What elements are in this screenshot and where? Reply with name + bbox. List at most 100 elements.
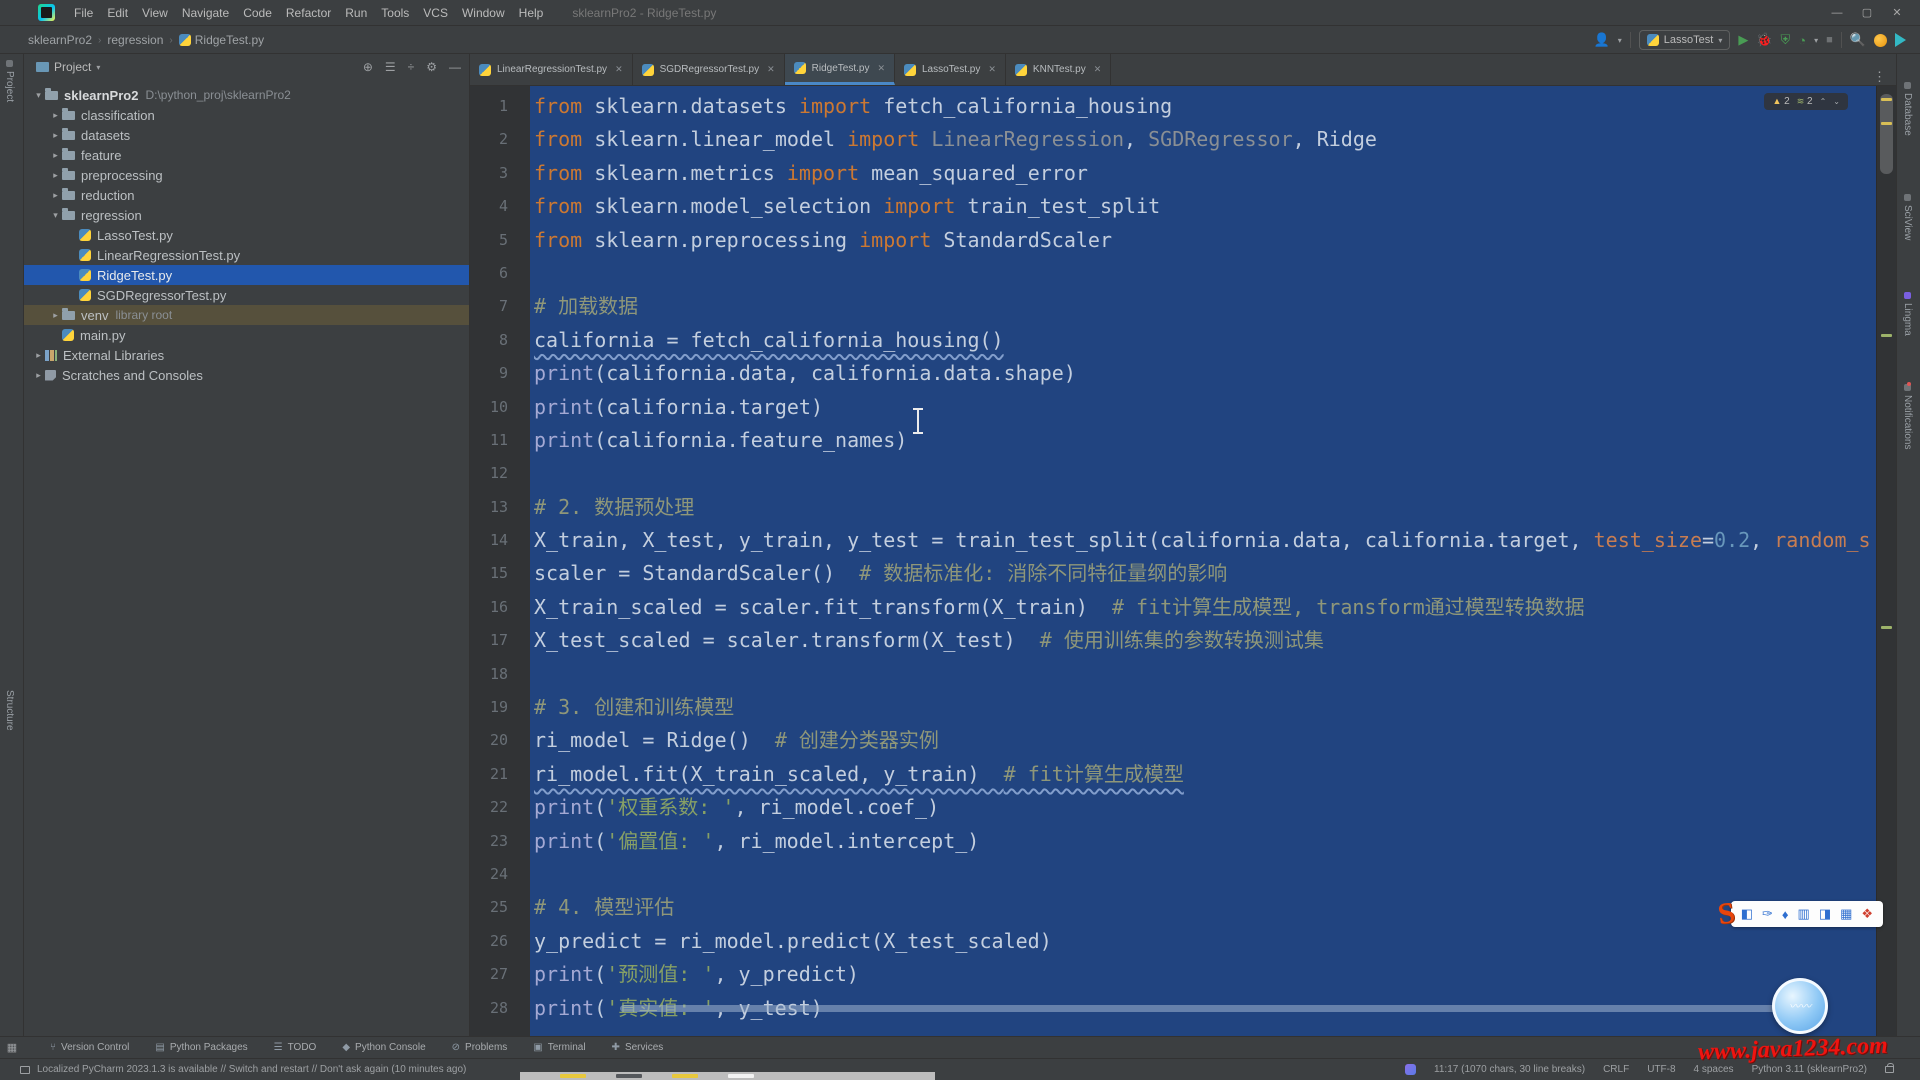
tool-stripe-sciview[interactable]: SciView <box>1902 194 1913 240</box>
warning-stripe-mark[interactable] <box>1881 98 1892 101</box>
code-line-20[interactable]: ri_model = Ridge() # 创建分类器实例 <box>530 724 1876 757</box>
close-button[interactable]: ✕ <box>1882 3 1912 23</box>
toolwindow-python-packages[interactable]: ▤Python Packages <box>155 1042 247 1053</box>
gutter-line-number[interactable]: 4 <box>470 190 530 223</box>
scrollbar-thumb[interactable] <box>1880 94 1893 174</box>
encoding-widget[interactable]: UTF-8 <box>1647 1064 1675 1075</box>
tab-ridgetest-py[interactable]: RidgeTest.py✕ <box>785 54 895 85</box>
gutter-line-number[interactable]: 7 <box>470 290 530 323</box>
code-line-17[interactable]: X_test_scaled = scaler.transform(X_test)… <box>530 624 1876 657</box>
ime-tool-icon[interactable]: ▥ <box>1798 906 1810 922</box>
line-separator-widget[interactable]: CRLF <box>1603 1064 1629 1075</box>
ime-tool-icon[interactable]: ◨ <box>1819 906 1831 922</box>
tree-chevron-icon[interactable]: ▸ <box>32 370 45 381</box>
code-line-12[interactable] <box>530 457 1876 490</box>
tab-linearregressiontest-py[interactable]: LinearRegressionTest.py✕ <box>470 54 633 85</box>
code-line-27[interactable]: print('预测值: ', y_predict) <box>530 958 1876 991</box>
code-line-11[interactable]: print(california.feature_names) <box>530 424 1876 457</box>
tree-item-reduction[interactable]: ▸reduction <box>24 185 469 205</box>
typo-stripe-mark[interactable] <box>1881 626 1892 629</box>
tree-item-regression[interactable]: ▾regression <box>24 205 469 225</box>
tree-chevron-icon[interactable]: ▸ <box>49 170 62 181</box>
code-line-19[interactable]: # 3. 创建和训练模型 <box>530 691 1876 724</box>
horizontal-scrollbar[interactable] <box>620 1005 1805 1012</box>
plugin-orange-icon[interactable] <box>1874 34 1887 47</box>
ai-assistant-icon[interactable] <box>1405 1064 1416 1075</box>
code-line-3[interactable]: from sklearn.metrics import mean_squared… <box>530 157 1876 190</box>
minimize-button[interactable]: — <box>1822 3 1852 23</box>
ime-tool-icon[interactable]: ◧ <box>1741 906 1753 922</box>
menu-item-help[interactable]: Help <box>512 3 551 23</box>
ime-tool-icon[interactable]: ✑ <box>1762 906 1773 922</box>
tree-chevron-icon[interactable]: ▾ <box>49 210 62 221</box>
code-line-8[interactable]: california = fetch_california_housing() <box>530 324 1876 357</box>
code-line-4[interactable]: from sklearn.model_selection import trai… <box>530 190 1876 223</box>
toolwindow-terminal[interactable]: ▣Terminal <box>533 1042 585 1053</box>
tree-item-sklearnpro2[interactable]: ▾sklearnPro2D:\python_proj\sklearnPro2 <box>24 85 469 105</box>
code-line-2[interactable]: from sklearn.linear_model import LinearR… <box>530 123 1876 156</box>
gutter-line-number[interactable]: 25 <box>470 891 530 924</box>
gutter-line-number[interactable]: 9 <box>470 357 530 390</box>
toolwindow-python-console[interactable]: ◆Python Console <box>342 1042 425 1053</box>
gutter-line-number[interactable]: 17 <box>470 624 530 657</box>
run-button[interactable]: ▶ <box>1738 32 1748 48</box>
toolwindow-version-control[interactable]: ⑂Version Control <box>50 1042 129 1053</box>
coverage-button[interactable]: ⛨ <box>1781 32 1791 48</box>
gutter-line-number[interactable]: 27 <box>470 958 530 991</box>
settings-icon[interactable]: ⚙ <box>426 60 437 74</box>
profiler-caret-icon[interactable]: ▾ <box>1814 36 1818 45</box>
code-with-me-caret-icon[interactable]: ▾ <box>1618 36 1622 45</box>
gutter-line-number[interactable]: 23 <box>470 825 530 858</box>
warning-stripe-mark[interactable] <box>1881 122 1892 125</box>
code-line-22[interactable]: print('权重系数: ', ri_model.coef_) <box>530 791 1876 824</box>
menu-item-refactor[interactable]: Refactor <box>279 3 338 23</box>
plugin-teal-icon[interactable] <box>1895 33 1906 47</box>
ime-tool-icon[interactable]: ♦ <box>1782 907 1789 922</box>
search-everywhere-icon[interactable]: 🔍 <box>1850 32 1866 48</box>
gutter-line-number[interactable]: 3 <box>470 157 530 190</box>
toolwindow-problems[interactable]: ⊘Problems <box>452 1042 508 1053</box>
tab-close-icon[interactable]: ✕ <box>1094 64 1102 75</box>
code-line-24[interactable] <box>530 858 1876 891</box>
tab-lassotest-py[interactable]: LassoTest.py✕ <box>895 54 1006 85</box>
gutter-line-number[interactable]: 15 <box>470 557 530 590</box>
gutter-line-number[interactable]: 28 <box>470 992 530 1025</box>
stop-button[interactable]: ■ <box>1826 34 1833 46</box>
gutter-line-number[interactable]: 6 <box>470 257 530 290</box>
code-line-7[interactable]: # 加载数据 <box>530 290 1876 323</box>
tab-sgdregressortest-py[interactable]: SGDRegressorTest.py✕ <box>633 54 785 85</box>
code-line-5[interactable]: from sklearn.preprocessing import Standa… <box>530 224 1876 257</box>
vertical-scrollbar[interactable] <box>1876 86 1896 1036</box>
gutter-line-number[interactable]: 13 <box>470 491 530 524</box>
tab-close-icon[interactable]: ✕ <box>988 64 996 75</box>
code-editor-area[interactable]: from sklearn.datasets import fetch_calif… <box>530 86 1876 1036</box>
profiler-button[interactable]: ◔ <box>1798 33 1806 48</box>
breadcrumb-item[interactable]: RidgeTest.py <box>175 31 268 49</box>
code-line-13[interactable]: # 2. 数据预处理 <box>530 491 1876 524</box>
code-with-me-icon[interactable]: 👤 <box>1594 32 1610 48</box>
tool-stripe-lingma[interactable]: Lingma <box>1902 292 1913 336</box>
gutter-line-number[interactable]: 24 <box>470 858 530 891</box>
locate-icon[interactable]: ⊕ <box>363 60 373 74</box>
tool-stripe-project[interactable]: Project <box>4 60 15 102</box>
menu-item-run[interactable]: Run <box>338 3 374 23</box>
tab-close-icon[interactable]: ✕ <box>767 64 775 75</box>
tab-close-icon[interactable]: ✕ <box>615 64 623 75</box>
gutter-line-number[interactable]: 18 <box>470 658 530 691</box>
tool-stripe-notifications[interactable]: Notifications <box>1902 384 1913 449</box>
gutter-line-number[interactable]: 10 <box>470 391 530 424</box>
tree-item-lassotest-py[interactable]: LassoTest.py <box>24 225 469 245</box>
tree-item-feature[interactable]: ▸feature <box>24 145 469 165</box>
tree-item-sgdregressortest-py[interactable]: SGDRegressorTest.py <box>24 285 469 305</box>
tree-item-classification[interactable]: ▸classification <box>24 105 469 125</box>
tab-list-more-icon[interactable]: ⋮ <box>1863 69 1896 85</box>
toolwindow-todo[interactable]: ☰TODO <box>274 1042 317 1053</box>
tree-item-scratches-and-consoles[interactable]: ▸Scratches and Consoles <box>24 365 469 385</box>
interpreter-widget[interactable]: Python 3.11 (sklearnPro2) <box>1752 1064 1867 1075</box>
menu-item-file[interactable]: File <box>67 3 100 23</box>
code-line-16[interactable]: X_train_scaled = scaler.fit_transform(X_… <box>530 591 1876 624</box>
gutter-line-number[interactable]: 11 <box>470 424 530 457</box>
run-config-select[interactable]: LassoTest ▾ <box>1639 30 1731 50</box>
divide-icon[interactable]: ÷ <box>408 60 415 74</box>
gutter-line-number[interactable]: 5 <box>470 224 530 257</box>
